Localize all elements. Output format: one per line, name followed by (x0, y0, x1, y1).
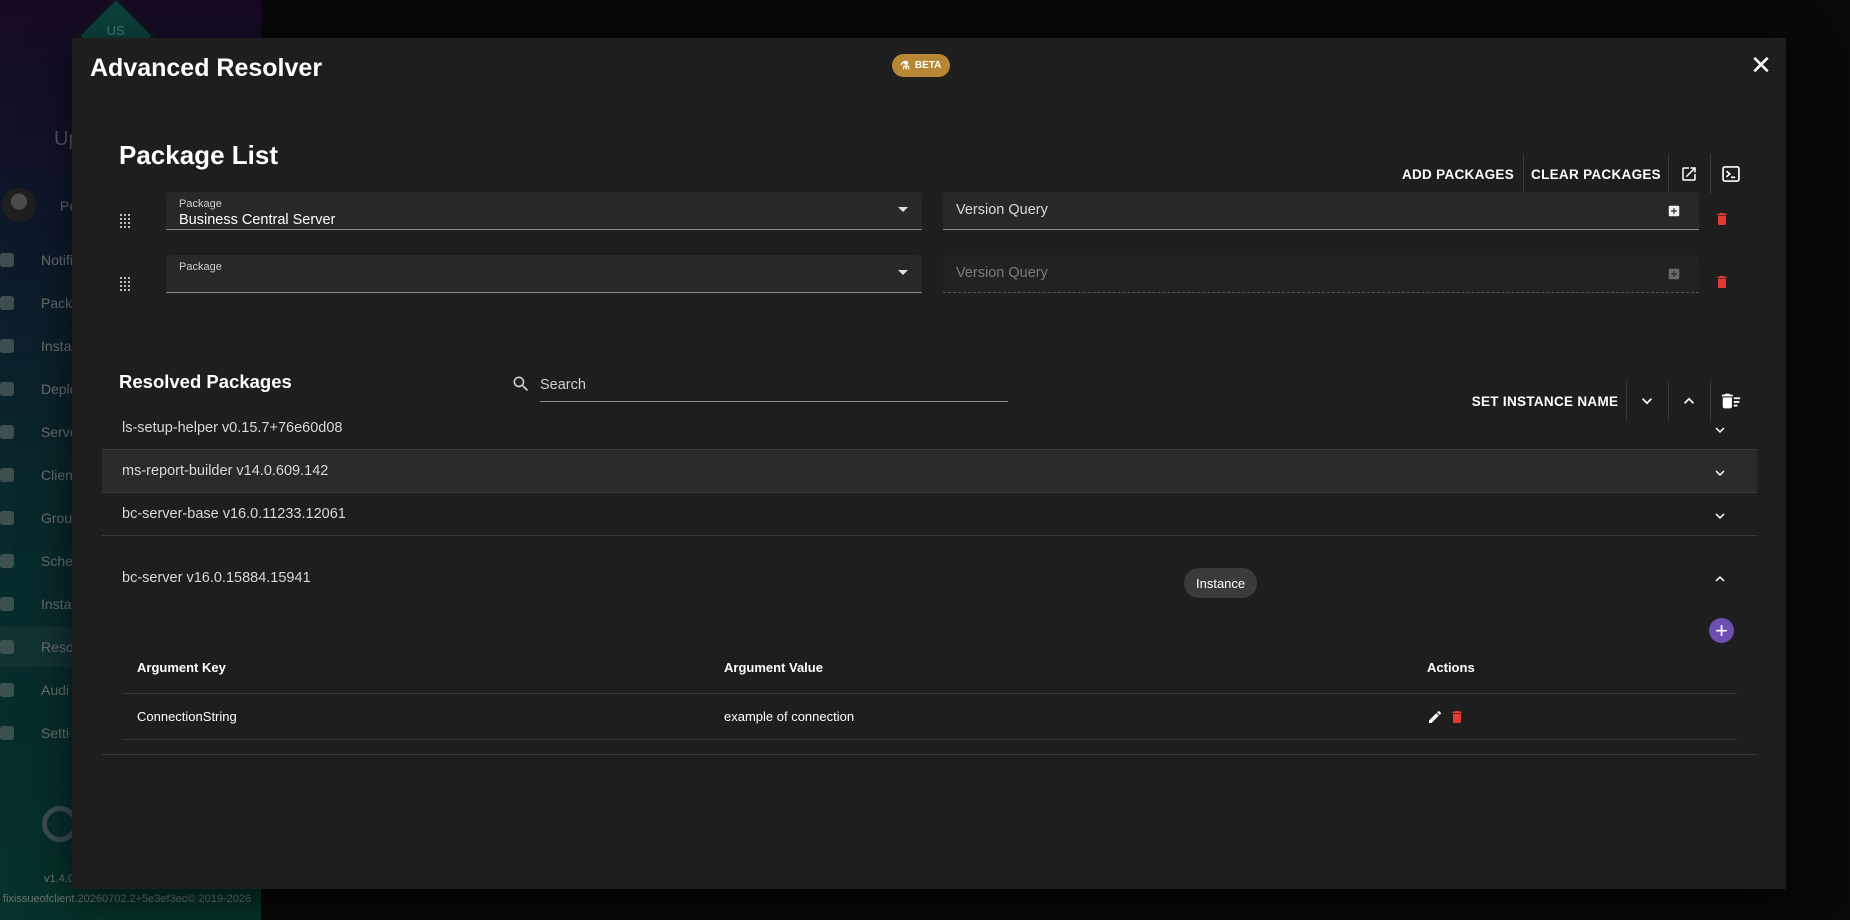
open-external-button[interactable] (1669, 154, 1709, 194)
search-icon (513, 376, 529, 392)
resolved-package-row[interactable]: bc-server-base v16.0.11233.12061 (102, 493, 1757, 536)
package-list-title: Package List (119, 140, 278, 170)
drag-handle-icon[interactable] (120, 277, 132, 291)
chevron-down-icon[interactable] (1711, 464, 1729, 482)
resolved-package-name: bc-server-base v16.0.11233.12061 (122, 506, 346, 522)
package-select-label: Package (179, 261, 222, 273)
version-query-placeholder: Version Query (956, 265, 1048, 281)
section-divider (102, 754, 1757, 755)
drag-handle-icon[interactable] (120, 214, 132, 228)
version-query-placeholder: Version Query (956, 202, 1048, 218)
package-select-label: Package (179, 198, 222, 210)
console-button[interactable] (1711, 154, 1751, 194)
delete-row-icon[interactable] (1714, 210, 1730, 228)
beta-badge: ⚗ BETA (892, 54, 951, 77)
close-button[interactable]: ✕ (1746, 50, 1776, 80)
chevron-down-icon[interactable] (1711, 507, 1729, 525)
package-select-value: Business Central Server (179, 212, 336, 228)
delete-row-icon[interactable] (1714, 273, 1730, 291)
table-divider (123, 739, 1737, 740)
resolved-package-name: ls-setup-helper v0.15.7+76e60d08 (122, 420, 343, 436)
add-box-icon (1668, 268, 1680, 280)
column-header-argument-key[interactable]: Argument Key (137, 660, 226, 675)
beta-badge-label: BETA (914, 60, 942, 71)
package-select[interactable]: Package (166, 255, 922, 293)
dialog-title: Advanced Resolver (90, 54, 323, 82)
resolved-package-name: bc-server v16.0.15884.15941 (122, 569, 311, 586)
caret-down-icon (898, 207, 908, 212)
add-argument-button[interactable]: + (1709, 618, 1734, 643)
delete-icon[interactable] (1449, 709, 1465, 725)
package-select[interactable]: Package Business Central Server (166, 192, 922, 230)
console-icon (1722, 166, 1740, 182)
clear-packages-button[interactable]: CLEAR PACKAGES (1524, 154, 1668, 194)
caret-down-icon (898, 270, 908, 275)
table-divider (123, 693, 1737, 694)
version-query-field[interactable]: Version Query (943, 192, 1699, 230)
argument-key-cell: ConnectionString (137, 709, 237, 724)
resolved-package-row[interactable]: ms-report-builder v14.0.609.142 (102, 450, 1757, 493)
search-input[interactable] (540, 370, 1008, 400)
open-external-icon (1682, 167, 1696, 181)
resolved-package-name: ms-report-builder v14.0.609.142 (122, 463, 329, 479)
flask-icon: ⚗ (900, 60, 910, 72)
chevron-down-icon[interactable] (1711, 421, 1729, 439)
add-box-icon[interactable] (1667, 204, 1681, 218)
version-query-field-disabled: Version Query (943, 255, 1699, 293)
column-header-actions: Actions (1427, 660, 1475, 675)
instance-chip[interactable]: Instance (1184, 568, 1258, 598)
resolved-package-row[interactable]: ls-setup-helper v0.15.7+76e60d08 (102, 407, 1757, 450)
argument-value-cell: example of connection (724, 709, 855, 724)
advanced-resolver-dialog: Advanced Resolver ⚗ BETA ✕ Package List … (72, 38, 1786, 889)
resolved-package-row-expanded[interactable]: bc-server v16.0.15884.15941 (102, 556, 1757, 599)
column-header-argument-value[interactable]: Argument Value (724, 660, 823, 675)
add-packages-button[interactable]: ADD PACKAGES (1392, 154, 1524, 194)
edit-icon[interactable] (1427, 709, 1443, 725)
resolved-packages-title: Resolved Packages (119, 371, 292, 392)
chevron-up-icon[interactable] (1711, 570, 1729, 588)
search-field[interactable] (513, 370, 1008, 402)
